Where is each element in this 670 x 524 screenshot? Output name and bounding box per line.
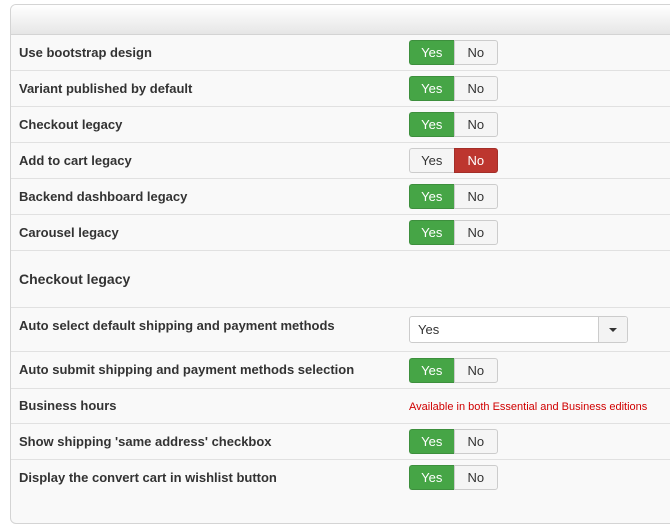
setting-label: Add to cart legacy <box>19 153 132 168</box>
no-option[interactable]: No <box>453 220 498 245</box>
yes-option[interactable]: Yes <box>409 220 454 245</box>
setting-row-convert-cart: Display the convert cart in wishlist but… <box>11 460 670 496</box>
setting-label: Auto submit shipping and payment methods… <box>19 362 355 377</box>
selected-value: Yes <box>418 322 440 337</box>
auto-select-dropdown[interactable]: Yes <box>409 316 628 343</box>
setting-label: Use bootstrap design <box>19 45 152 60</box>
yes-option[interactable]: Yes <box>409 148 454 173</box>
setting-label: Show shipping 'same address' checkbox <box>19 434 272 449</box>
setting-row-bootstrap: Use bootstrap design Yes No <box>11 35 670 71</box>
setting-row-variant-published: Variant published by default Yes No <box>11 71 670 107</box>
setting-label: Business hours <box>19 398 117 413</box>
yes-option[interactable]: Yes <box>409 76 454 101</box>
variant-published-toggle: Yes No <box>409 76 498 101</box>
setting-row-backend-dashboard-legacy: Backend dashboard legacy Yes No <box>11 179 670 215</box>
yes-option[interactable]: Yes <box>409 184 454 209</box>
setting-row-auto-select: Auto select default shipping and payment… <box>11 308 670 352</box>
no-option[interactable]: No <box>453 112 498 137</box>
yes-option[interactable]: Yes <box>409 40 454 65</box>
no-option[interactable]: No <box>453 184 498 209</box>
setting-label: Carousel legacy <box>19 225 119 240</box>
setting-label: Variant published by default <box>19 81 193 96</box>
no-option[interactable]: No <box>453 76 498 101</box>
setting-row-same-address: Show shipping 'same address' checkbox Ye… <box>11 424 670 460</box>
setting-row-checkout-legacy: Checkout legacy Yes No <box>11 107 670 143</box>
same-address-toggle: Yes No <box>409 429 498 454</box>
setting-row-carousel-legacy: Carousel legacy Yes No <box>11 215 670 251</box>
setting-label: Backend dashboard legacy <box>19 189 188 204</box>
caret-down-icon <box>609 327 617 332</box>
yes-option[interactable]: Yes <box>409 358 454 383</box>
dropdown-arrow[interactable] <box>598 317 627 342</box>
bootstrap-toggle: Yes No <box>409 40 498 65</box>
setting-label: Checkout legacy <box>19 117 123 132</box>
edition-note: Available in both Essential and Business… <box>409 401 648 413</box>
setting-label: Auto select default shipping and payment… <box>19 318 335 333</box>
add-to-cart-legacy-toggle: Yes No <box>409 148 498 173</box>
no-option[interactable]: No <box>453 40 498 65</box>
no-option[interactable]: No <box>453 358 498 383</box>
section-row: Checkout legacy <box>11 251 670 308</box>
auto-submit-toggle: Yes No <box>409 358 498 383</box>
backend-dashboard-legacy-toggle: Yes No <box>409 184 498 209</box>
yes-option[interactable]: Yes <box>409 465 454 490</box>
section-title: Checkout legacy <box>19 271 131 287</box>
no-option[interactable]: No <box>453 465 498 490</box>
checkout-legacy-toggle: Yes No <box>409 112 498 137</box>
no-option[interactable]: No <box>453 429 498 454</box>
yes-option[interactable]: Yes <box>409 429 454 454</box>
carousel-legacy-toggle: Yes No <box>409 220 498 245</box>
setting-label: Display the convert cart in wishlist but… <box>19 470 277 485</box>
settings-panel: Use bootstrap design Yes No Variant publ… <box>10 4 670 524</box>
no-option[interactable]: No <box>453 148 498 173</box>
yes-option[interactable]: Yes <box>409 112 454 137</box>
convert-cart-toggle: Yes No <box>409 465 498 490</box>
setting-row-add-to-cart-legacy: Add to cart legacy Yes No <box>11 143 670 179</box>
setting-row-auto-submit: Auto submit shipping and payment methods… <box>11 352 670 389</box>
setting-row-business-hours: Business hours Available in both Essenti… <box>11 389 670 424</box>
panel-header <box>11 5 670 35</box>
